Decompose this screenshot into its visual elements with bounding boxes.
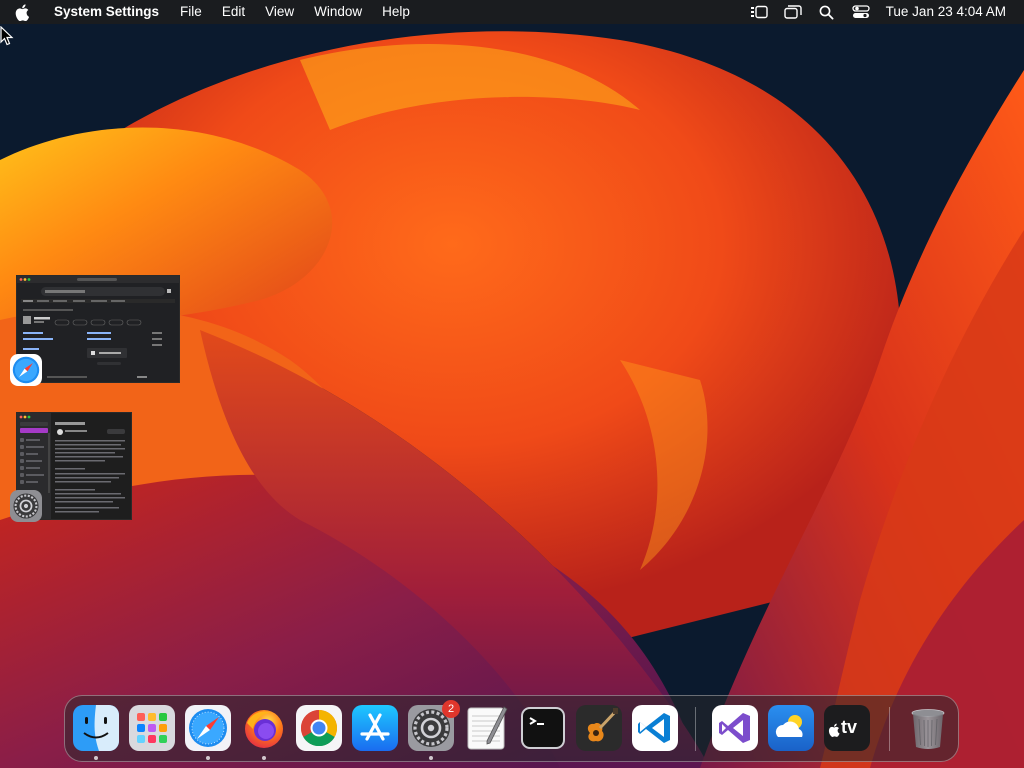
- stage-manager-status-button[interactable]: [742, 0, 776, 24]
- screen-mirroring-icon: [783, 5, 802, 19]
- menu-app-name[interactable]: System Settings: [44, 0, 170, 24]
- control-center-button[interactable]: [844, 0, 878, 24]
- app-store-icon: [352, 705, 398, 751]
- dock-running-indicator: [94, 756, 98, 760]
- firefox-icon: [245, 710, 283, 748]
- apple-logo-icon: [15, 3, 29, 21]
- trash-icon: [911, 709, 945, 749]
- weather-icon: [768, 705, 814, 751]
- visual-studio-icon: [712, 705, 758, 751]
- safari-compass-icon: [10, 354, 42, 386]
- menu-file[interactable]: File: [170, 0, 212, 24]
- dock: 2 tv: [64, 695, 959, 762]
- menu-bar: System Settings File Edit View Window He…: [0, 0, 1024, 24]
- dock-separator: [889, 707, 890, 751]
- safari-compass-icon: [185, 705, 231, 751]
- vscode-icon: [632, 705, 678, 751]
- chrome-icon: [296, 705, 342, 751]
- dock-weather[interactable]: [768, 705, 814, 751]
- dock-visual-studio-code[interactable]: [632, 705, 678, 751]
- dock-safari[interactable]: [185, 705, 231, 751]
- ventura-wallpaper-art: [0, 0, 1024, 768]
- desktop-wallpaper[interactable]: [0, 0, 1024, 768]
- dock-running-indicator: [206, 756, 210, 760]
- dock-firefox[interactable]: [241, 705, 287, 751]
- finder-icon: [73, 705, 119, 751]
- stage-safari-app-icon: [10, 354, 42, 386]
- stage-manager-icon: [750, 5, 768, 19]
- stage-system-settings-app-icon: [10, 490, 42, 522]
- dock-finder[interactable]: [73, 705, 119, 751]
- menu-view[interactable]: View: [255, 0, 304, 24]
- menu-help[interactable]: Help: [372, 0, 420, 24]
- guitar-icon: [576, 705, 622, 751]
- apple-menu-button[interactable]: [0, 0, 44, 24]
- dock-textedit[interactable]: [464, 705, 510, 751]
- dock-system-settings[interactable]: 2: [408, 700, 460, 751]
- dock-app-store[interactable]: [352, 705, 398, 751]
- menu-edit[interactable]: Edit: [212, 0, 255, 24]
- dock-terminal[interactable]: [520, 705, 566, 751]
- terminal-icon: [521, 707, 565, 749]
- search-icon: [819, 5, 834, 20]
- dock-google-chrome[interactable]: [296, 705, 342, 751]
- menu-bar-status-area: Tue Jan 23 4:04 AM: [742, 0, 1024, 24]
- dock-garageband[interactable]: [576, 705, 622, 751]
- dock-visual-studio[interactable]: [712, 705, 758, 751]
- dock-trash[interactable]: [905, 705, 951, 751]
- spotlight-button[interactable]: [810, 0, 844, 24]
- dock-separator: [695, 707, 696, 751]
- apple-tv-label: tv: [841, 717, 858, 737]
- textedit-icon: [467, 706, 508, 750]
- dock-apple-tv[interactable]: tv: [824, 705, 870, 751]
- dock-launchpad[interactable]: [129, 705, 175, 751]
- notification-badge: 2: [442, 700, 460, 718]
- mouse-pointer-icon: [0, 26, 14, 46]
- settings-gear-icon: [10, 490, 42, 522]
- screen-mirroring-status-button[interactable]: [776, 0, 810, 24]
- menu-window[interactable]: Window: [304, 0, 372, 24]
- launchpad-icon: [129, 705, 175, 751]
- menu-bar-left: System Settings File Edit View Window He…: [0, 0, 420, 24]
- dock-running-indicator: [262, 756, 266, 760]
- dock-running-indicator: [429, 756, 433, 760]
- control-center-icon: [852, 5, 870, 18]
- menu-bar-clock[interactable]: Tue Jan 23 4:04 AM: [878, 0, 1006, 24]
